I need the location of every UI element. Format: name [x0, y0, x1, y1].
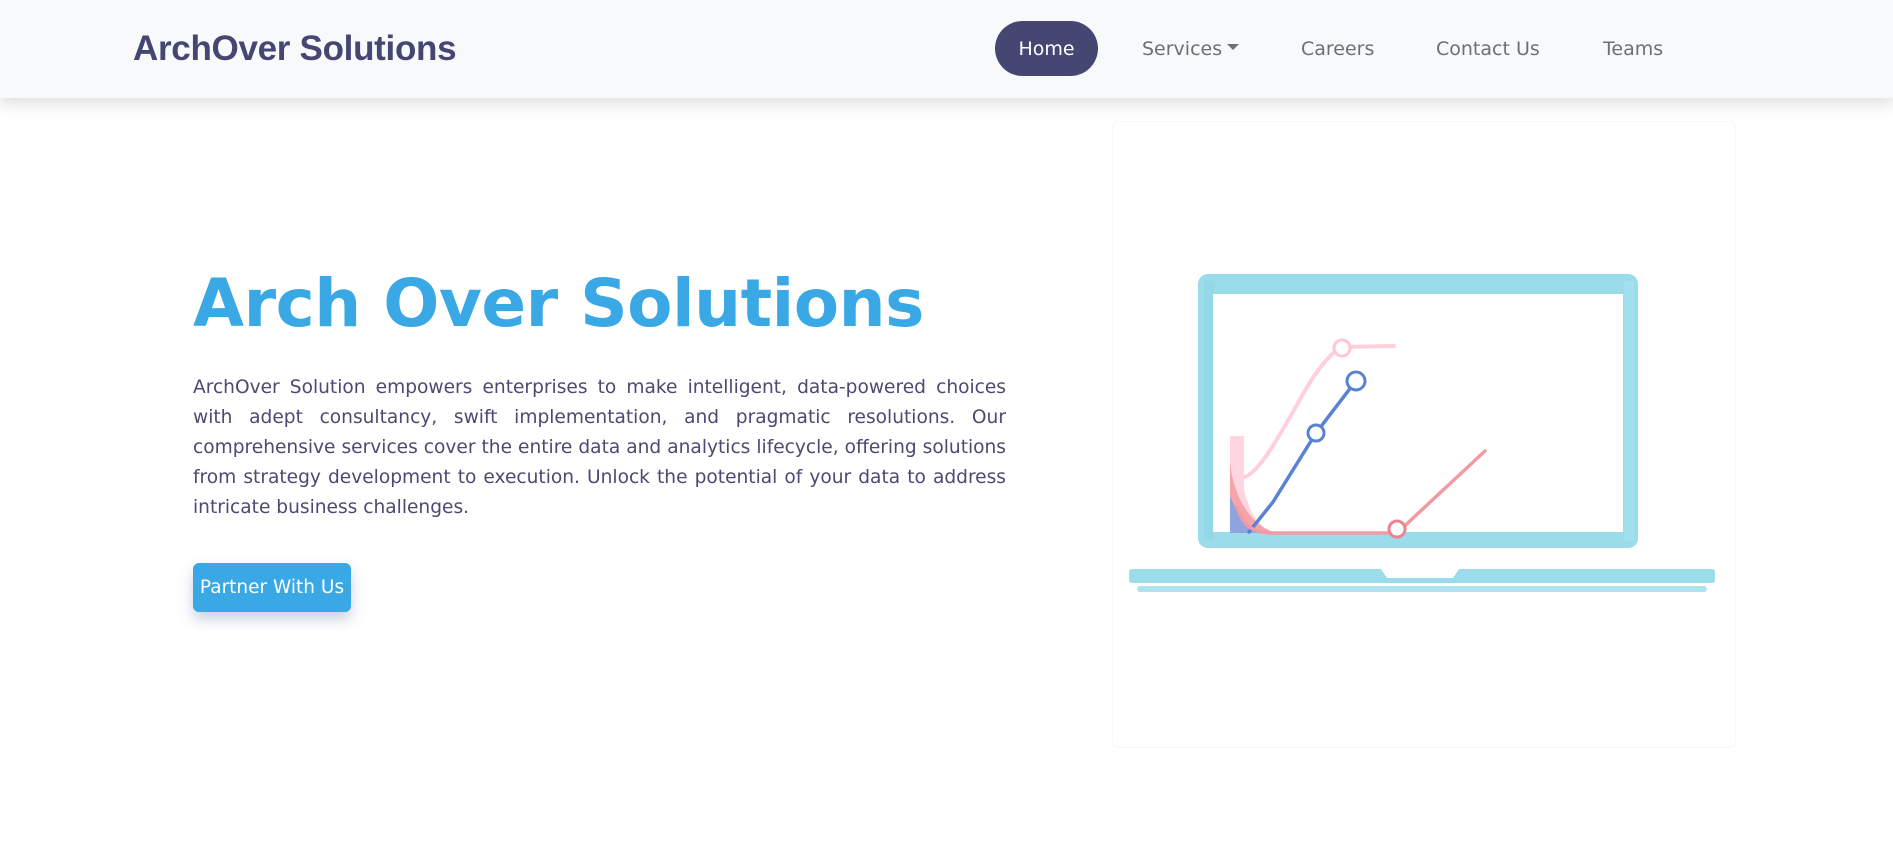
nav-services-label: Services	[1142, 37, 1223, 60]
top-navbar: ArchOver Solutions Home Services Careers…	[0, 0, 1893, 98]
nav-teams-link[interactable]: Teams	[1603, 21, 1663, 76]
hero-illustration	[1112, 121, 1736, 748]
partner-with-us-button[interactable]: Partner With Us	[193, 563, 351, 612]
laptop-analytics-chart-icon	[1129, 274, 1715, 592]
brand-logo-text[interactable]: ArchOver Solutions	[133, 28, 457, 70]
nav-services-dropdown[interactable]: Services	[1142, 21, 1240, 76]
hero-description: ArchOver Solution empowers enterprises t…	[193, 377, 1006, 518]
hero-title: Arch Over Solutions	[193, 265, 924, 342]
caret-down-icon	[1227, 43, 1240, 50]
nav-contact-link[interactable]: Contact Us	[1436, 21, 1540, 76]
nav-home-link[interactable]: Home	[995, 21, 1098, 76]
nav-careers-link[interactable]: Careers	[1301, 21, 1374, 76]
